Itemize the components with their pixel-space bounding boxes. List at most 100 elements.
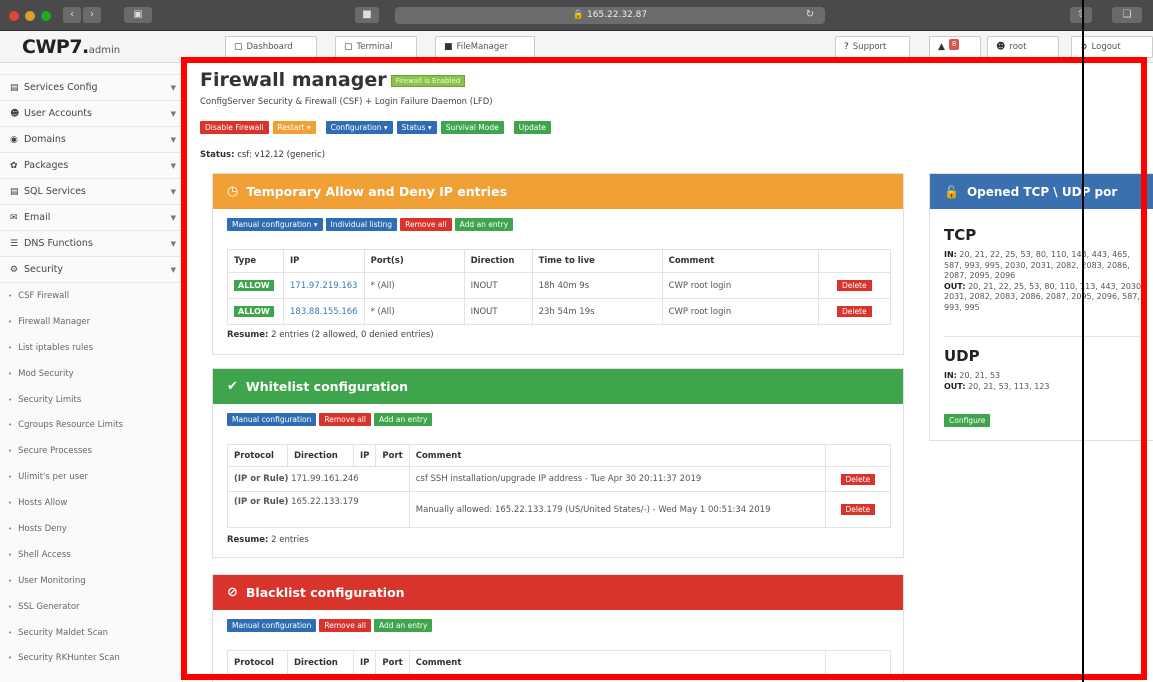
temporary-entries-table: Type IP Port(s) Direction Time to live C… (227, 249, 892, 325)
cwp-logo[interactable]: CWP7.admin (22, 36, 120, 58)
bullet-icon: • (8, 317, 13, 326)
ip-link[interactable]: 171.97.219.163 (290, 281, 358, 291)
column-header: IP (283, 249, 365, 273)
add-entry-button[interactable]: Add an entry (454, 218, 514, 231)
caret-down-icon: ▼ (170, 239, 176, 248)
user-menu-button[interactable]: ☻ root (987, 36, 1059, 58)
configure-ports-button[interactable]: Configure (944, 414, 991, 427)
temporary-panel-tools: Manual configuration ▾ Individual listin… (227, 218, 514, 231)
sidebar-subitem[interactable]: • Security Maldet Scan (0, 620, 182, 646)
sidebar-subitem[interactable]: • Ulimit's per user (0, 464, 182, 490)
sidebar-item-domains[interactable]: ◉ Domains ▼ (0, 127, 182, 153)
sidebar-subitem[interactable]: • User Monitoring (0, 568, 182, 594)
remove-all-button[interactable]: Remove all (319, 619, 371, 632)
delete-button[interactable]: Delete (836, 306, 872, 317)
shield-icon[interactable]: ■ (355, 7, 379, 23)
back-icon[interactable]: ‹ (63, 7, 81, 23)
sidebar-item-user-accounts[interactable]: ☻ User Accounts ▼ (0, 101, 182, 127)
sidebar-subitem[interactable]: • Cgroups Resource Limits (0, 412, 182, 438)
sidebar-item-services-config[interactable]: ▤ Services Config ▼ (0, 75, 182, 101)
add-entry-button[interactable]: Add an entry (373, 413, 433, 426)
column-header: Port (375, 444, 410, 467)
sidebar-subitem[interactable]: • CSF Firewall (0, 283, 182, 309)
bullet-icon: • (8, 550, 13, 559)
udp-title: UDP (944, 347, 980, 365)
remove-all-button[interactable]: Remove all (319, 413, 371, 426)
sidebar-subitem[interactable]: • Security Limits (0, 387, 182, 413)
sidebar-subitem-label: User Monitoring (18, 575, 86, 586)
filemanager-button[interactable]: ■ FileManager (435, 36, 535, 58)
ip-link[interactable]: 183.88.155.166 (290, 307, 358, 317)
sidebar-item-packages[interactable]: ✿ Packages ▼ (0, 153, 182, 179)
rule-cell: (IP or Rule) 165.22.133.179 (227, 491, 410, 528)
bullet-icon: • (8, 369, 13, 378)
sidebar-subitem-label: Cgroups Resource Limits (18, 420, 124, 431)
sidebar-subitem[interactable]: • Hosts Deny (0, 516, 182, 542)
configuration-dropdown-button[interactable]: Configuration ▾ (325, 121, 393, 134)
sidebar-subitem[interactable]: • Mod Security (0, 361, 182, 387)
sidebar-subitem[interactable]: • List iptables rules (0, 335, 182, 361)
sidebar-subitem[interactable]: • Shell Access (0, 542, 182, 568)
survival-mode-button[interactable]: Survival Mode (440, 121, 504, 134)
sidebar-subitem[interactable]: • Security RKHunter Scan (0, 645, 182, 671)
individual-listing-button[interactable]: Individual listing (325, 218, 398, 231)
maximize-window-icon[interactable] (41, 11, 51, 21)
table-header-row: Type IP Port(s) Direction Time to live C… (227, 249, 892, 273)
sidebar-subitem[interactable]: • Hosts Allow (0, 490, 182, 516)
whitelist-resume: Resume: 2 entries (227, 535, 309, 545)
manual-configuration-dropdown[interactable]: Manual configuration ▾ (227, 218, 323, 231)
notification-count: 8 (948, 39, 960, 50)
sidebar-scroll-top (0, 63, 182, 75)
update-button[interactable]: Update (513, 121, 551, 134)
dashboard-button[interactable]: ▢ Dashboard (225, 36, 317, 58)
support-button[interactable]: ? Support (835, 36, 910, 58)
sidebar-subitem-label: Secure Processes (18, 446, 92, 457)
sidebar-item-security[interactable]: ⚙ Security ▼ (0, 257, 182, 283)
notifications-button[interactable]: ▲ 8 (929, 36, 981, 58)
sidebar-subitem[interactable]: • Firewall Manager (0, 309, 182, 335)
table-header-row: Protocol Direction IP Port Comment (227, 444, 892, 467)
remove-all-button[interactable]: Remove all (400, 218, 452, 231)
table-row: ALLOW 183.88.155.166 * (All) INOUT 23h 5… (227, 298, 892, 325)
firewall-actions: Disable Firewall Restart ▾ Configuration… (200, 121, 551, 134)
sidebar-item-email[interactable]: ✉ Email ▼ (0, 205, 182, 231)
delete-button[interactable]: Delete (840, 473, 876, 485)
minimize-window-icon[interactable] (25, 11, 35, 21)
status-dropdown-button[interactable]: Status ▾ (396, 121, 437, 134)
tcp-ports: IN: 20, 21, 22, 25, 53, 80, 110, 143, 44… (944, 250, 1144, 312)
sidebar-subitem[interactable]: • Secure Processes (0, 438, 182, 464)
sidebar-item-dns-functions[interactable]: ☰ DNS Functions ▼ (0, 231, 182, 257)
disable-firewall-button[interactable]: Disable Firewall (200, 121, 269, 134)
globe-icon: ◉ (10, 134, 18, 145)
restart-dropdown-button[interactable]: Restart ▾ (272, 121, 316, 134)
column-header: Direction (463, 249, 533, 273)
sidebar-item-sql-services[interactable]: ▤ SQL Services ▼ (0, 179, 182, 205)
share-icon[interactable]: ⇧ (1070, 7, 1092, 23)
column-header (824, 444, 892, 467)
manual-configuration-button[interactable]: Manual configuration (227, 413, 317, 426)
main-content: Firewall manager Firewall is Enabled Conf… (184, 63, 1153, 682)
ip-cell: 183.88.155.166 (283, 298, 365, 325)
sidebar-icon[interactable]: ▣ (124, 7, 152, 23)
manual-configuration-button[interactable]: Manual configuration (227, 619, 317, 632)
blacklist-panel: ⊘ Blacklist configuration Manual configur… (212, 574, 904, 682)
sidebar-subitem-label: Ulimit's per user (18, 472, 88, 483)
ip-cell: 171.97.219.163 (283, 272, 365, 299)
sidebar-subitem[interactable]: • SSL Generator (0, 594, 182, 620)
bullet-icon: • (8, 421, 13, 430)
package-icon: ✿ (10, 160, 18, 171)
delete-button[interactable]: Delete (840, 504, 876, 515)
shield-icon: ⚙ (10, 264, 19, 275)
terminal-button[interactable]: ▢ Terminal (335, 36, 417, 58)
column-header: Port(s) (363, 249, 465, 273)
opened-ports-header: 🔓 Opened TCP \ UDP por (930, 174, 1153, 209)
caret-down-icon: ▼ (170, 265, 176, 274)
forward-icon[interactable]: › (83, 7, 101, 23)
close-window-icon[interactable] (9, 11, 19, 21)
column-header (817, 249, 892, 273)
add-entry-button[interactable]: Add an entry (373, 619, 433, 632)
reload-icon[interactable]: ↻ (800, 7, 820, 23)
tabs-overview-icon[interactable]: ❏ (1112, 7, 1142, 23)
delete-button[interactable]: Delete (836, 280, 872, 291)
address-bar[interactable]: 🔒 165.22.32.87 (395, 7, 825, 24)
